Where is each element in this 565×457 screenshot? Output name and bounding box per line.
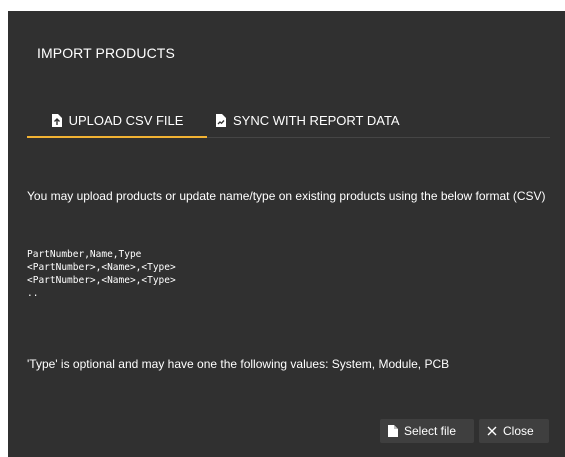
import-products-dialog: IMPORT PRODUCTS UPLOAD CSV FILE SYNC WIT… [8,11,565,457]
select-file-label: Select file [404,424,457,438]
description-text: You may upload products or update name/t… [27,189,546,203]
tab-sync-label: SYNC WITH REPORT DATA [233,112,400,128]
report-chart-icon [215,113,226,127]
code-line: <PartNumber>,<Name>,<Type> [27,275,176,286]
file-icon [388,425,398,437]
close-label: Close [503,424,534,438]
select-file-button[interactable]: Select file [380,419,474,443]
close-icon [487,426,497,436]
close-button[interactable]: Close [479,419,549,443]
tab-sync-report[interactable]: SYNC WITH REPORT DATA [215,104,400,136]
csv-format-example: PartNumber,Name,Type <PartNumber>,<Name>,… [27,248,176,300]
code-line: .. [27,288,39,299]
file-upload-icon [51,113,62,127]
code-line: PartNumber,Name,Type [27,249,142,260]
tab-upload-csv[interactable]: UPLOAD CSV FILE [27,104,207,138]
dialog-title: IMPORT PRODUCTS [37,45,175,61]
code-line: <PartNumber>,<Name>,<Type> [27,262,176,273]
tab-upload-label: UPLOAD CSV FILE [68,112,184,128]
tab-bar: UPLOAD CSV FILE SYNC WITH REPORT DATA [27,104,550,138]
type-note: 'Type' is optional and may have one the … [27,357,450,371]
